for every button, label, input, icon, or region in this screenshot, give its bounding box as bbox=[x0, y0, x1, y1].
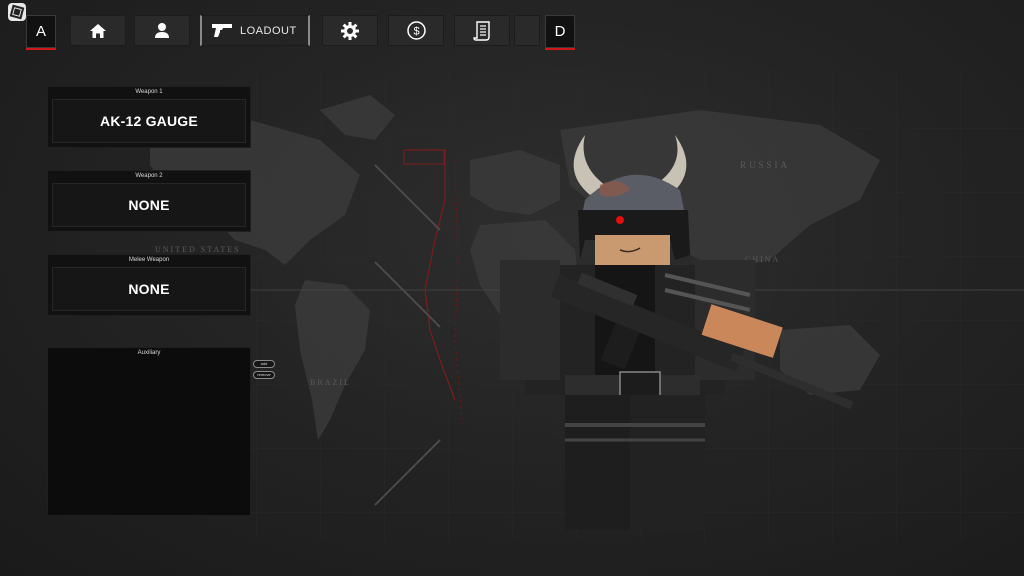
svg-text:$: $ bbox=[413, 26, 419, 38]
user-icon bbox=[155, 23, 169, 38]
melee-value: NONE bbox=[128, 281, 170, 297]
tab-settings[interactable] bbox=[322, 15, 378, 46]
tab-shop[interactable]: $ bbox=[388, 15, 444, 46]
weapon2-title: Weapon 2 bbox=[135, 173, 163, 179]
next-tab-key-label: D bbox=[554, 23, 566, 40]
melee-title: Melee Weapon bbox=[128, 257, 170, 263]
auxiliary-panel: Auxiliary bbox=[47, 347, 251, 516]
weapon2-value-box[interactable]: NONE bbox=[52, 183, 246, 227]
melee-slot[interactable]: Melee Weapon NONE bbox=[47, 254, 251, 316]
pistol-icon bbox=[212, 24, 232, 37]
map-label-brazil: BRAZIL bbox=[310, 378, 351, 387]
tab-log[interactable] bbox=[454, 15, 510, 46]
tab-empty[interactable] bbox=[514, 15, 540, 46]
home-icon bbox=[90, 23, 106, 38]
red-eye bbox=[616, 216, 624, 224]
active-tab-pointer bbox=[292, 46, 304, 54]
melee-value-box[interactable]: NONE bbox=[52, 267, 246, 311]
tab-loadout[interactable]: LOADOUT bbox=[200, 15, 310, 46]
gear-icon bbox=[341, 21, 359, 40]
next-tab-key[interactable]: D bbox=[545, 15, 575, 50]
prev-tab-key[interactable]: A bbox=[26, 15, 56, 50]
weapon1-value: AK-12 GAUGE bbox=[100, 113, 198, 129]
tab-loadout-label: LOADOUT bbox=[240, 24, 297, 37]
weapon1-title: Weapon 1 bbox=[135, 89, 163, 95]
tab-home[interactable] bbox=[70, 15, 126, 46]
weapon2-slot[interactable]: Weapon 2 NONE bbox=[47, 170, 251, 232]
auxiliary-add-button[interactable]: add bbox=[253, 360, 275, 368]
right-leg bbox=[630, 395, 705, 530]
dollar-icon: $ bbox=[406, 21, 426, 40]
character-avatar bbox=[500, 135, 854, 530]
auxiliary-title: Auxiliary bbox=[137, 350, 161, 356]
prev-tab-key-label: A bbox=[35, 23, 46, 40]
weapon1-value-box[interactable]: AK-12 GAUGE bbox=[52, 99, 246, 143]
map-label-united-states: UNITED STATES bbox=[155, 245, 241, 254]
weapon1-slot[interactable]: Weapon 1 AK-12 GAUGE bbox=[47, 86, 251, 148]
tab-profile[interactable] bbox=[134, 15, 190, 46]
roblox-menu-icon[interactable] bbox=[8, 3, 26, 21]
scroll-icon bbox=[473, 20, 490, 41]
weapon2-value: NONE bbox=[128, 197, 170, 213]
left-leg bbox=[565, 395, 640, 530]
auxiliary-remove-button[interactable]: remove bbox=[253, 371, 275, 379]
